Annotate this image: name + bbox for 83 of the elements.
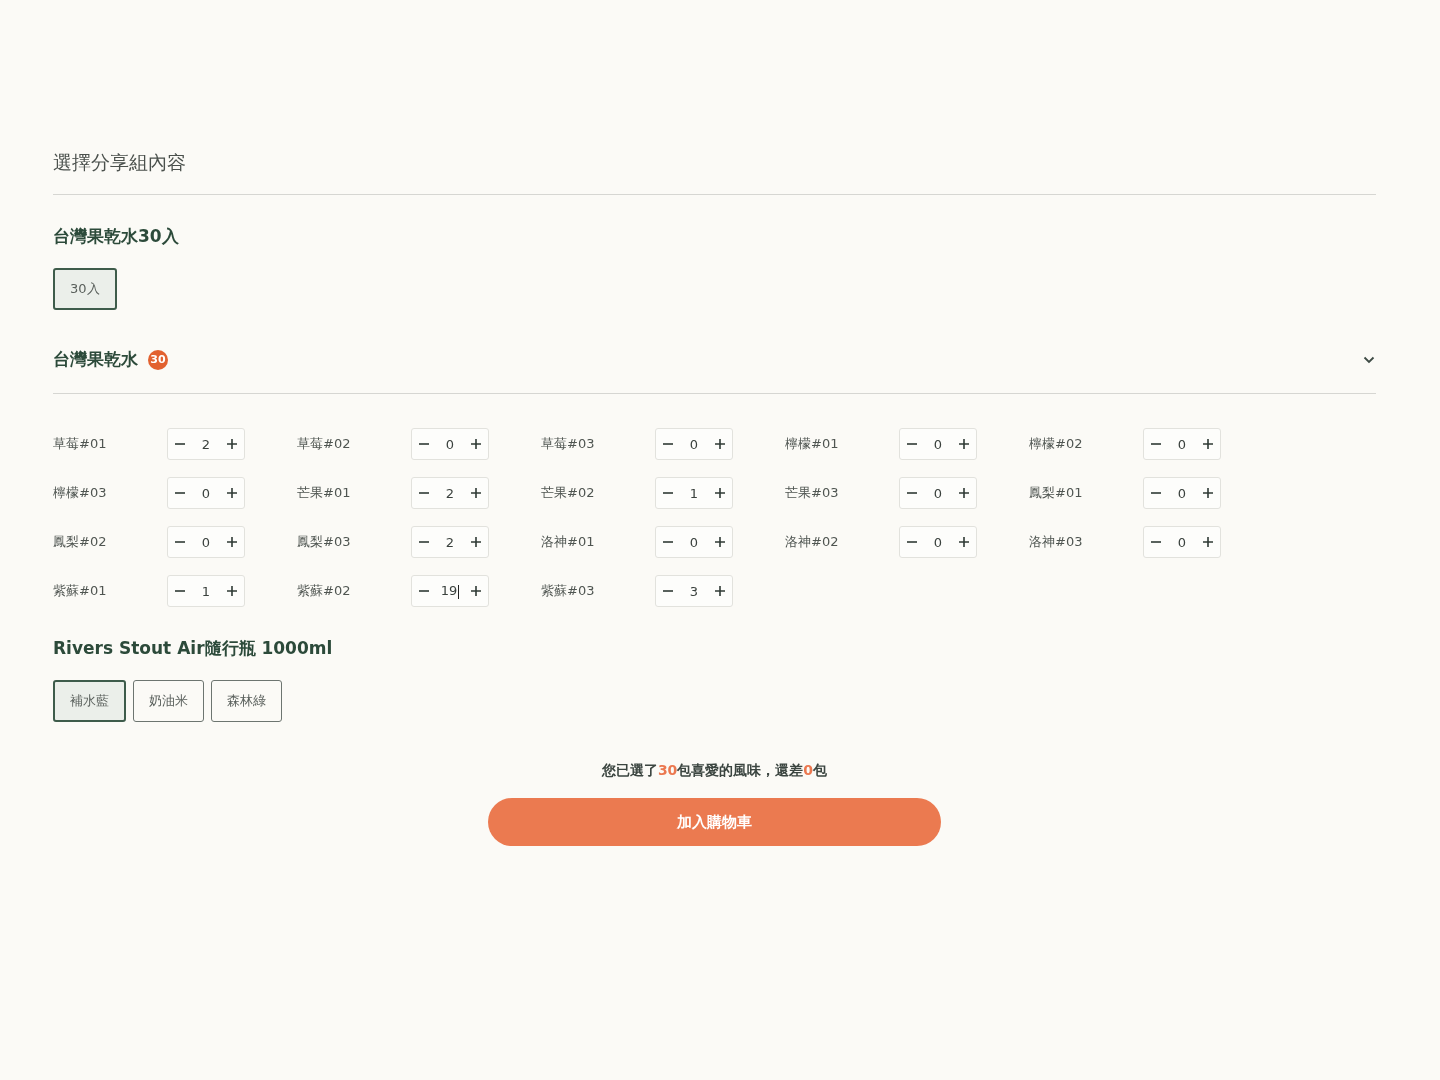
plus-icon [227,439,237,449]
flavor-label: 草莓#02 [297,435,352,453]
quantity-field[interactable]: 0 [680,534,708,550]
quantity-field[interactable]: 0 [924,534,952,550]
plus-icon [959,488,969,498]
plus-icon [227,586,237,596]
flavor-label: 芒果#02 [541,484,596,502]
quantity-field[interactable]: 1 [680,485,708,501]
flavor-label: 芒果#01 [297,484,352,502]
flavor-label: 鳳梨#01 [1029,484,1084,502]
minus-icon [419,443,429,445]
option-button[interactable]: 森林綠 [211,680,282,722]
plus-icon [1203,488,1213,498]
quantity-field[interactable]: 2 [436,485,464,501]
plus-icon [471,439,481,449]
minus-icon [175,492,185,494]
flavor-label: 檸檬#01 [785,435,840,453]
quantity-field[interactable]: 19 [436,583,464,599]
section-title: Rivers Stout Air隨行瓶 1000ml [53,637,334,660]
quantity-field[interactable]: 0 [1168,436,1196,452]
minus-icon [1151,443,1161,445]
minus-icon [175,443,185,445]
flavor-label: 草莓#03 [541,435,596,453]
plus-icon [471,586,481,596]
plus-icon [471,488,481,498]
quantity-field[interactable]: 0 [680,436,708,452]
option-button[interactable]: 補水藍 [53,680,126,722]
minus-icon [663,443,673,445]
flavor-label: 芒果#03 [785,484,840,502]
plus-icon [227,488,237,498]
minus-icon [175,590,185,592]
plus-icon [715,439,725,449]
minus-icon [175,541,185,543]
quantity-field[interactable]: 0 [192,485,220,501]
minus-icon [419,590,429,592]
flavor-label: 鳳梨#03 [297,533,352,551]
flavor-label: 鳳梨#02 [53,533,108,551]
quantity-field[interactable]: 0 [1168,534,1196,550]
flavor-label: 檸檬#02 [1029,435,1084,453]
quantity-field[interactable]: 2 [436,534,464,550]
minus-icon [907,492,917,494]
minus-icon [419,541,429,543]
minus-icon [419,492,429,494]
plus-icon [1203,439,1213,449]
flavor-label: 洛神#01 [541,533,596,551]
quantity-field[interactable]: 2 [192,436,220,452]
minus-icon [1151,541,1161,543]
selection-summary: 您已選了 30包喜愛的風味，還差0包 [601,762,828,780]
quantity-field[interactable]: 0 [924,436,952,452]
quantity-field[interactable]: 3 [680,583,708,599]
plus-icon [715,488,725,498]
count-badge: 30 [148,349,168,370]
plus-icon [959,439,969,449]
minus-icon [663,590,673,592]
option-button[interactable]: 奶油米 [133,680,204,722]
plus-icon [227,537,237,547]
section-title: 台灣果乾水30入 [53,225,180,248]
flavor-label: 檸檬#03 [53,484,108,502]
quantity-field[interactable]: 0 [436,436,464,452]
chevron-icon[interactable] [1363,355,1375,364]
flavor-label: 紫蘇#01 [53,582,108,600]
plus-icon [1203,537,1213,547]
minus-icon [907,443,917,445]
quantity-field[interactable]: 1 [192,583,220,599]
minus-icon [663,492,673,494]
plus-icon [715,586,725,596]
minus-icon [663,541,673,543]
option-button[interactable]: 30入 [53,268,117,310]
quantity-field[interactable]: 0 [1168,485,1196,501]
flavor-label: 草莓#01 [53,435,108,453]
flavor-label: 洛神#03 [1029,533,1084,551]
quantity-field[interactable]: 0 [192,534,220,550]
flavor-label: 紫蘇#02 [297,582,352,600]
flavor-label: 洛神#02 [785,533,840,551]
minus-icon [907,541,917,543]
plus-icon [471,537,481,547]
quantity-field[interactable]: 0 [924,485,952,501]
flavor-label: 紫蘇#03 [541,582,596,600]
section-title: 台灣果乾水 [53,348,138,371]
minus-icon [1151,492,1161,494]
page-title: 選擇分享組內容 [53,150,187,175]
plus-icon [715,537,725,547]
plus-icon [959,537,969,547]
